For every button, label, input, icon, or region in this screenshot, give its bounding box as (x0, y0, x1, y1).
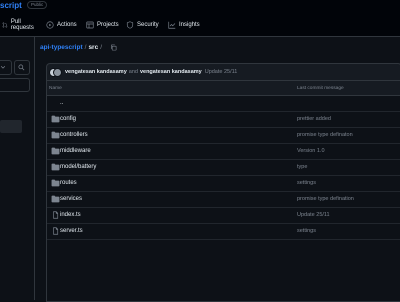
file-name-link[interactable]: services (60, 196, 82, 202)
table-row[interactable]: middleware Version 1.0 (47, 143, 400, 160)
folder-icon (51, 131, 60, 139)
commit-message-link[interactable]: settings (297, 180, 316, 186)
tab-pull-requests[interactable]: Pull requests (2, 18, 36, 32)
author-avatars (49, 68, 62, 77)
file-tree-sidebar (0, 36, 35, 300)
table-row[interactable]: server.ts settings (47, 223, 400, 240)
breadcrumb-repo-link[interactable]: api-typescript (40, 44, 83, 51)
commit-message-link[interactable]: type (297, 164, 307, 170)
folder-icon (51, 115, 60, 123)
file-icon (53, 211, 59, 219)
table-row[interactable]: config prettier added (47, 111, 400, 128)
tab-actions[interactable]: Actions (46, 18, 77, 32)
folder-icon (51, 195, 60, 203)
tab-label: Security (137, 22, 159, 28)
file-icon (53, 227, 59, 235)
breadcrumb-separator: / (84, 44, 87, 51)
go-to-file-input[interactable] (0, 78, 30, 92)
shield-icon (126, 21, 134, 29)
search-button[interactable] (14, 60, 30, 75)
file-table: Name Last commit message .. config prettie… (46, 80, 400, 302)
tab-security[interactable]: Security (126, 18, 159, 32)
table-row[interactable]: index.ts Update 25/11 (47, 207, 400, 224)
folder-icon (51, 179, 60, 187)
repo-name-link[interactable]: script (0, 1, 22, 10)
commit-message[interactable]: Update 25/11 (205, 69, 238, 75)
tab-label: Insights (179, 22, 200, 28)
column-header-commit: Last commit message (297, 86, 344, 91)
file-name-link[interactable]: controllers (60, 132, 88, 138)
table-row[interactable]: routes settings (47, 175, 400, 192)
commit-author-2[interactable]: vengatesan kandasamy (140, 69, 202, 75)
breadcrumb: api-typescript / src / (40, 44, 117, 51)
repo-header: script Public Pull requests Actions Proj… (0, 0, 400, 37)
file-name-link[interactable]: model/battery (60, 164, 96, 170)
play-circle-icon (46, 21, 54, 29)
latest-commit-bar: vengatesan kandasamy and vengatesan kand… (46, 63, 400, 80)
avatar[interactable] (53, 68, 62, 77)
commit-message-link[interactable]: prettier added (297, 116, 331, 122)
table-row[interactable]: controllers promise type definaton (47, 127, 400, 144)
search-icon (18, 64, 25, 71)
table-row[interactable]: model/battery type (47, 159, 400, 176)
tab-label: Projects (97, 22, 119, 28)
commit-message-link[interactable]: settings (297, 228, 316, 234)
table-header: Name Last commit message (47, 81, 400, 96)
tab-projects[interactable]: Projects (86, 18, 119, 32)
commit-message-link[interactable]: Update 25/11 (297, 212, 330, 218)
graph-icon (168, 21, 176, 29)
file-name-link[interactable]: index.ts (60, 212, 81, 218)
commit-message-link[interactable]: Version 1.0 (297, 148, 325, 154)
sidebar-selected-item[interactable] (0, 120, 22, 133)
file-name-link[interactable]: server.ts (60, 228, 83, 234)
main-content: api-typescript / src / vengatesan kandas… (38, 36, 400, 302)
column-header-name: Name (49, 86, 62, 91)
pull-request-icon (2, 22, 8, 28)
commit-author-1[interactable]: vengatesan kandasamy (65, 69, 127, 75)
file-name-link[interactable]: routes (60, 180, 77, 186)
commit-message-link[interactable]: promise type definaton (297, 132, 353, 138)
visibility-badge: Public (27, 1, 48, 9)
breadcrumb-current-folder: src (88, 44, 99, 51)
commit-message-link[interactable]: promise type defination (297, 196, 354, 202)
tab-insights[interactable]: Insights (168, 18, 200, 32)
folder-icon (51, 163, 60, 171)
breadcrumb-separator: / (100, 44, 103, 51)
tab-label: Pull requests (10, 19, 34, 31)
table-row[interactable]: .. (47, 95, 400, 112)
file-name-link[interactable]: middleware (60, 148, 91, 154)
branch-selector[interactable] (0, 60, 12, 75)
table-row[interactable]: services promise type defination (47, 191, 400, 208)
commit-and-text: and (128, 69, 138, 75)
folder-icon (51, 147, 60, 155)
copy-icon[interactable] (110, 44, 117, 51)
tab-label: Actions (57, 22, 77, 28)
table-icon (86, 21, 94, 29)
file-name-link[interactable]: config (60, 116, 76, 122)
chevron-down-icon (0, 66, 6, 69)
file-name-link[interactable]: .. (60, 100, 63, 106)
